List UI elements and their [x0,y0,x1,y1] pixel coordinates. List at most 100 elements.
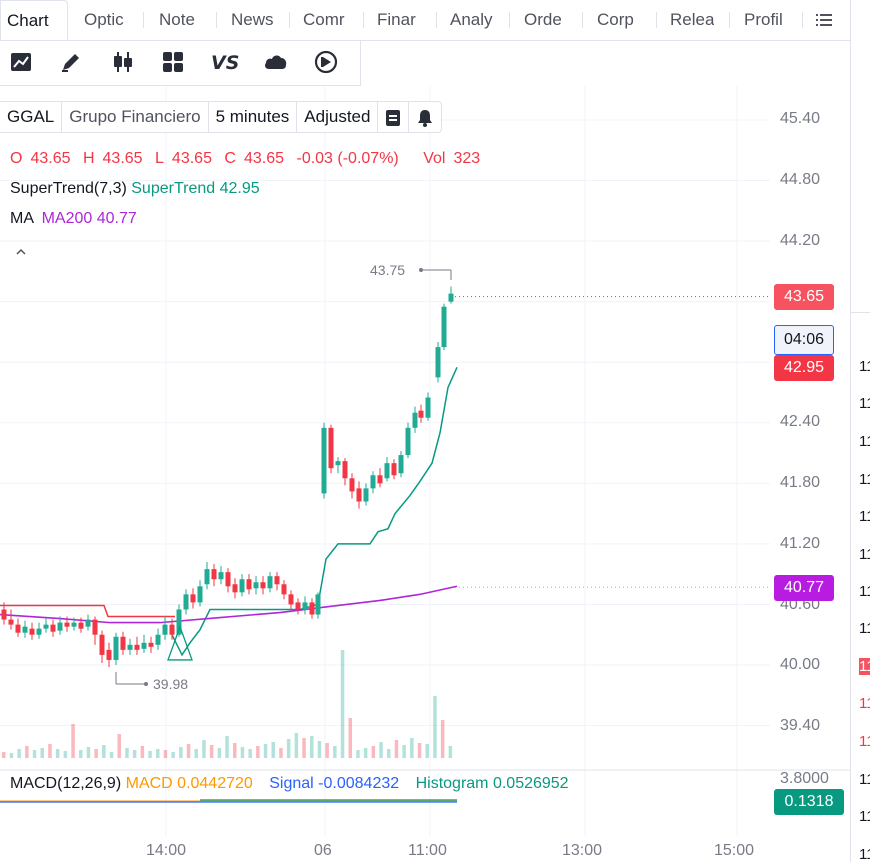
tab-profile[interactable]: Profil [730,0,802,40]
volume-bar [248,749,252,758]
candle-body [342,461,348,479]
tab-releases[interactable]: Relea [656,0,714,40]
volume-bar [17,749,21,758]
pencil-icon[interactable] [58,49,86,77]
volume-bar [302,738,306,758]
volume-bar [25,746,29,758]
candle-body [1,609,7,620]
volume-bar [125,748,129,758]
volume-bar [63,751,68,758]
low-marker-dot [144,682,148,686]
adjacent-axis-fragment: 11 [859,358,870,375]
adjacent-axis-fragment: 11 [859,433,870,450]
volume-bar [363,748,368,758]
candle-body [288,594,294,605]
candle-body [148,642,154,647]
tab-analysis[interactable]: Analy [436,0,494,40]
tab-financials[interactable]: Finar [363,0,435,40]
macd-axis-label: 3.8000 [780,770,829,787]
ma-price-tag: 40.77 [774,575,834,601]
symbol-name[interactable]: Grupo Financiero [62,102,209,132]
candle-body [71,622,77,627]
note-icon[interactable] [378,102,410,132]
candle-body [211,569,217,580]
adjacent-axis-fragment: 11 [859,620,870,637]
interval-selector[interactable]: 5 minutes [209,102,298,132]
volume-bar [48,744,52,758]
price-axis-label: 45.40 [780,110,821,127]
volume-bar [325,743,329,758]
candle-body [418,410,424,418]
volume-bar [109,752,114,758]
ma-legend[interactable]: MA MA200 40.77 [10,210,137,228]
volume-bar [217,748,222,758]
candle-body [15,624,21,633]
volume-bar [40,748,44,758]
time-axis-label: 13:00 [562,842,603,859]
volume-bar [425,744,429,758]
candle-body [384,463,390,479]
symbol-ticker[interactable]: GGAL [0,102,63,132]
last-price-tag: 43.65 [774,284,834,310]
volume-bar [102,745,106,758]
candle-body [309,602,315,615]
volume-bar [179,747,183,758]
adjacent-axis-fragment: 11 [859,583,870,600]
cloud-icon[interactable] [262,49,290,77]
candle-body [155,634,161,645]
price-axis-label: 40.00 [780,656,821,673]
price-chart[interactable]: 43.75 39.98 [0,86,850,836]
macd-legend[interactable]: MACD(12,26,9) MACD 0.0442720 Signal -0.0… [10,775,569,793]
volume-bar [333,746,337,758]
tab-bar: Chart Optic Note News Comr Finar Analy O… [0,0,850,41]
low-value: 43.65 [171,150,212,167]
volume-bar [32,750,37,758]
volume-bar [2,752,6,758]
close-value: 43.65 [243,150,285,167]
tab-corporate[interactable]: Corp [583,0,655,40]
adjacent-panel: 11 11 11 11 11 11 11 11 11 11 11 11 11 11 [850,0,870,863]
candle-body [398,455,404,474]
volume-bar [132,750,137,758]
compare-vs-icon[interactable]: VS [210,49,239,77]
tab-options[interactable]: Optic [70,0,142,40]
open-label: O [10,150,23,167]
supertrend-legend[interactable]: SuperTrend(7,3) SuperTrend 42.95 [10,180,260,198]
price-axis-label: 44.80 [780,171,821,188]
candle-body [295,602,301,610]
macd-label: MACD(12,26,9) [10,775,122,792]
price-axis-label: 41.20 [780,535,821,552]
tab-notes[interactable]: Note [145,0,215,40]
list-menu-icon[interactable] [816,12,834,33]
tab-chart[interactable]: Chart [0,0,68,40]
replay-icon[interactable] [313,49,341,77]
volume-bar [256,746,260,758]
time-axis-label: 14:00 [146,842,187,859]
volume-bar [356,750,360,758]
volume-bar [233,743,237,758]
candle-body [141,642,147,649]
candles-icon[interactable] [110,49,138,77]
candle-body [302,602,308,610]
collapse-chevron-icon[interactable] [14,244,28,262]
tab-orders[interactable]: Orde [510,0,582,40]
volume-bar [433,696,437,758]
volume-bar [209,745,214,758]
volume-value: 323 [453,150,481,167]
adjust-selector[interactable]: Adjusted [297,102,379,132]
time-axis-label: 06 [314,842,332,859]
alert-bell-icon[interactable] [409,102,441,132]
layout-grid-icon[interactable] [160,49,188,77]
ma-label: MA [10,210,34,227]
tab-community[interactable]: Comr [289,0,361,40]
candle-body [425,397,431,418]
candle-body [8,619,14,625]
line-chart-icon[interactable] [8,49,36,77]
candle-body [127,644,133,650]
candle-body [218,572,224,580]
volume-bar [271,742,275,758]
volume-bar [448,746,453,758]
volume-bar [348,718,352,758]
tab-news[interactable]: News [217,0,289,40]
adjacent-axis-fragment: 11 [859,771,870,788]
